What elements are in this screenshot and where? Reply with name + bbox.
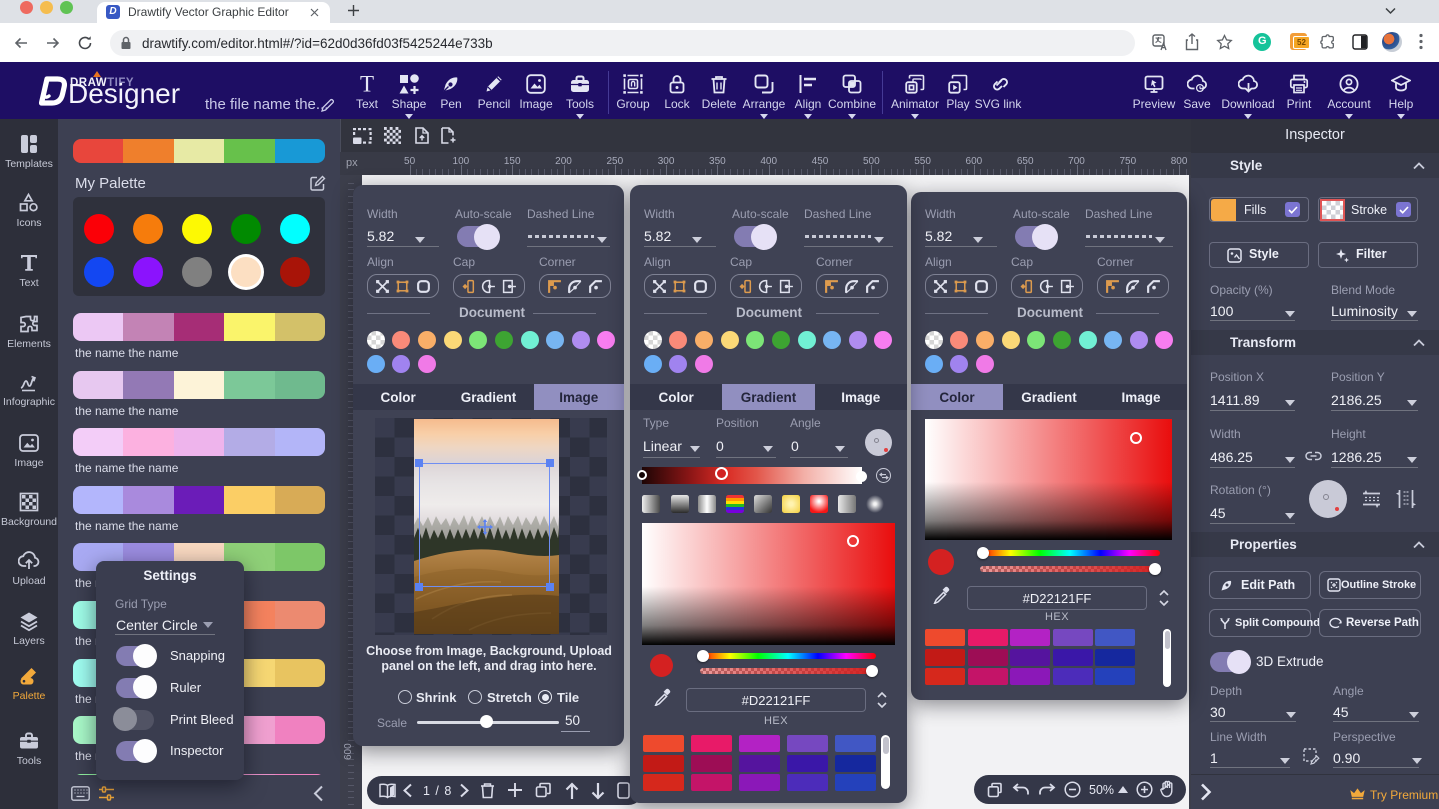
svg-text:T: T (360, 74, 374, 94)
